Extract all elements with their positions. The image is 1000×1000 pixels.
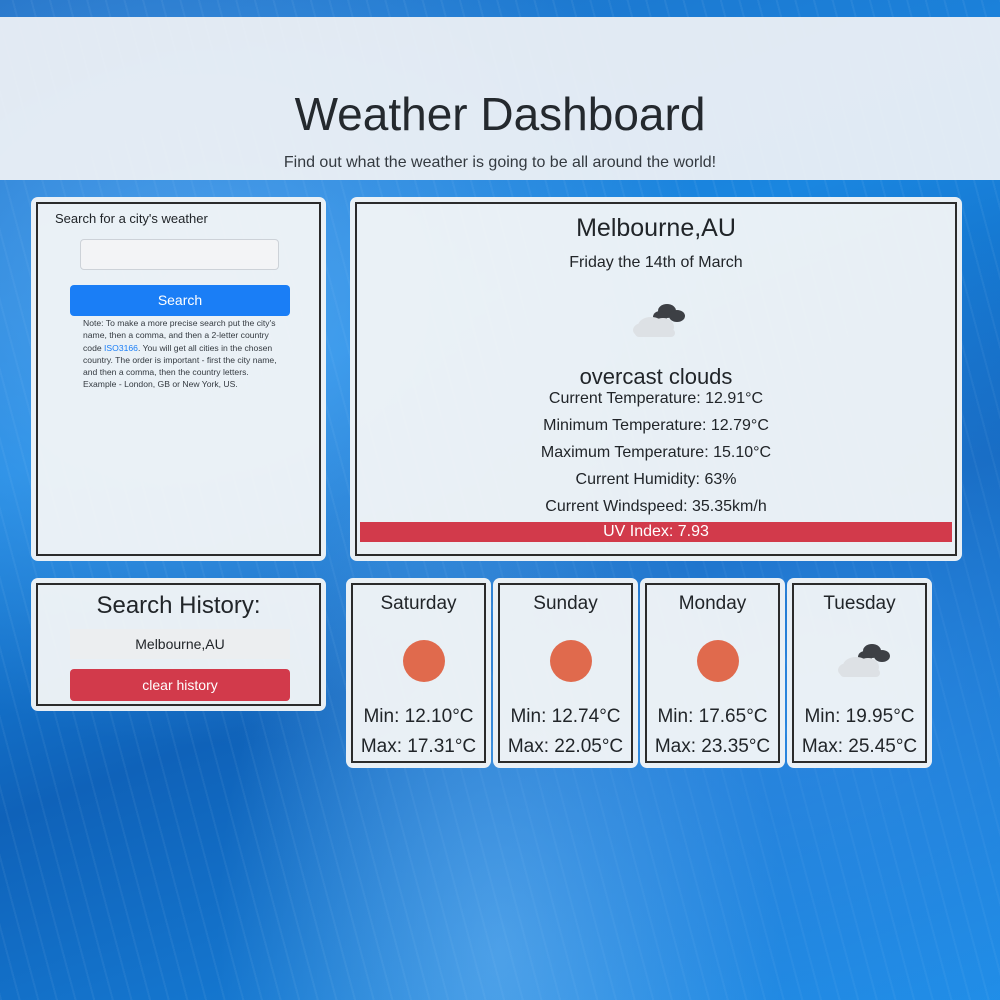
search-history-title: Search History: [96,592,261,619]
history-item[interactable]: Melbourne,AU [70,629,290,659]
search-card-border: Search for a city's weather Search Note:… [36,202,321,556]
forecast-min: Min: 19.95°C [804,706,915,727]
search-history-card: Search History: Melbourne,AU clear histo… [31,578,326,711]
forecast-max: Max: 25.45°C [801,736,918,757]
forecast-card-border: Sunday Min: 12.74°C Max: 22.05°C [498,583,633,763]
forecast-max: Max: 23.35°C [654,736,771,757]
forecast-day: Monday [678,593,747,614]
max-temperature: Maximum Temperature: 15.10°C [540,444,772,461]
forecast-min: Min: 12.74°C [510,706,621,727]
clear-history-button[interactable]: clear history [70,669,290,701]
header-banner: Weather Dashboard Find out what the weat… [0,17,1000,180]
sun-icon [550,640,592,682]
min-temperature: Minimum Temperature: 12.79°C [543,417,769,434]
current-weather-card: Melbourne,AU Friday the 14th of March ov… [350,197,962,561]
current-windspeed: Current Windspeed: 35.35km/h [545,498,767,515]
city-search-input[interactable] [80,239,279,270]
page-subtitle: Find out what the weather is going to be… [283,154,717,171]
search-button[interactable]: Search [70,285,290,316]
city-name: Melbourne,AU [576,214,736,242]
forecast-min: Min: 17.65°C [657,706,768,727]
uv-index-badge: UV Index: 7.93 [360,522,952,542]
forecast-day: Saturday [380,593,457,614]
search-label: Search for a city's weather [55,211,208,226]
current-weather-border: Melbourne,AU Friday the 14th of March ov… [355,202,957,556]
sun-icon [697,640,739,682]
forecast-min: Min: 12.10°C [363,706,474,727]
search-note: Note: To make a more precise search put … [83,317,283,391]
search-card: Search for a city's weather Search Note:… [31,197,326,561]
forecast-day: Tuesday [823,593,896,614]
current-date: Friday the 14th of March [569,254,743,271]
forecast-card-border: Tuesday Min: 19.95°C Max: 25.45°C [792,583,927,763]
forecast-card-monday: Monday Min: 17.65°C Max: 23.35°C [640,578,785,768]
current-temperature: Current Temperature: 12.91°C [548,390,764,407]
sun-icon [403,640,445,682]
forecast-card-tuesday: Tuesday Min: 19.95°C Max: 25.45°C [787,578,932,768]
current-humidity: Current Humidity: 63% [575,471,737,488]
cloud-icon [633,304,685,337]
forecast-card-border: Saturday Min: 12.10°C Max: 17.31°C [351,583,486,763]
search-history-border: Search History: Melbourne,AU clear histo… [36,583,321,706]
forecast-day: Sunday [533,593,598,614]
iso3166-link[interactable]: ISO3166 [104,343,138,353]
page-title: Weather Dashboard [294,88,706,140]
forecast-card-border: Monday Min: 17.65°C Max: 23.35°C [645,583,780,763]
weather-description: overcast clouds [579,364,733,389]
forecast-max: Max: 17.31°C [360,736,477,757]
cloud-icon [838,644,890,677]
forecast-card-saturday: Saturday Min: 12.10°C Max: 17.31°C [346,578,491,768]
forecast-max: Max: 22.05°C [507,736,624,757]
forecast-card-sunday: Sunday Min: 12.74°C Max: 22.05°C [493,578,638,768]
